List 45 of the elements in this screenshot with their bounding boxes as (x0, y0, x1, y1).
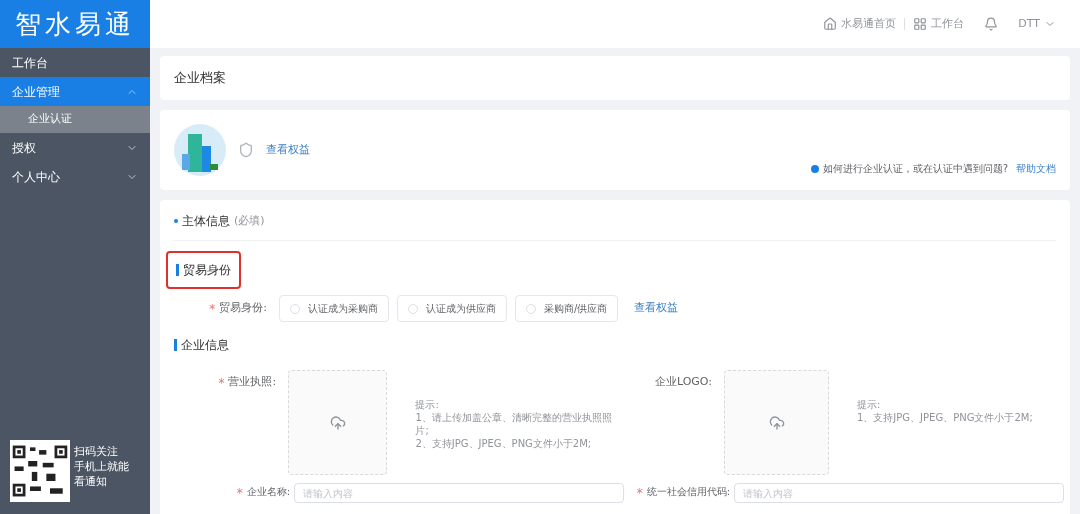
section-note: (必填) (234, 212, 265, 229)
upload-area[interactable] (724, 370, 829, 475)
bullet-icon (174, 219, 178, 223)
sidebar-item[interactable]: 授权 (0, 133, 150, 162)
upload-hint: 提示: 1、请上传加盖公章、清晰完整的营业执照照片; 2、支持JPG、JPEG、PNG文件小于2M; (415, 398, 613, 450)
benefits-link[interactable]: 查看权益 (634, 300, 679, 317)
help-text: 如何进行企业认证，或在认证中遇到问题? (822, 162, 1008, 176)
logo[interactable]: 智水易通 (0, 0, 150, 48)
notification-icon[interactable] (984, 17, 999, 31)
field-label: 营业执照: (228, 374, 277, 390)
field-label: 企业名称: (246, 485, 290, 499)
page-title-card: 企业档案 (160, 56, 1070, 100)
radio-option[interactable]: 采购商/供应商 (515, 295, 619, 322)
radio-option[interactable]: 认证成为供应商 (397, 295, 507, 322)
section-title: 主体信息 (182, 213, 230, 230)
qr-code-icon (10, 440, 70, 502)
upload-cloud-icon (329, 414, 346, 431)
required-mark: * (209, 300, 216, 318)
workbench-link[interactable]: 工作台 (913, 15, 965, 33)
required-mark: * (636, 485, 643, 502)
trade-heading: 贸易身份 (166, 251, 241, 289)
user-menu[interactable]: DTT (1018, 15, 1056, 33)
sidebar-item[interactable]: 个人中心 (0, 162, 150, 191)
pin-icon (810, 164, 819, 173)
field-label: 统一社会信用代码: (646, 485, 730, 499)
home-icon (823, 17, 838, 31)
qr-caption: 扫码关注 手机上就能 看通知 (74, 444, 129, 489)
upload-area[interactable] (288, 370, 388, 475)
section-heading: 企业信息 (181, 337, 229, 354)
sidebar-item[interactable]: 企业管理 (0, 77, 150, 106)
home-link[interactable]: 水易通首页 (823, 15, 897, 33)
sidebar-subitem[interactable]: 企业认证 (0, 106, 150, 133)
upload-hint: 提示: 1、支持JPG、JPEG、PNG文件小于2M; (857, 398, 1034, 424)
benefits-link[interactable]: 查看权益 (266, 141, 310, 159)
building-avatar-icon (174, 124, 226, 176)
shield-icon (238, 142, 254, 158)
required-mark: * (236, 485, 243, 502)
field-label: 贸易身份: (219, 299, 267, 316)
field-label: 企业LOGO: (654, 374, 712, 390)
help-link[interactable]: 帮助文档 (1016, 161, 1056, 176)
grid-icon (913, 17, 928, 31)
upload-cloud-icon (768, 414, 785, 431)
radio-option[interactable]: 认证成为采购商 (279, 295, 389, 322)
required-mark: * (218, 375, 225, 392)
sidebar-item[interactable]: 工作台 (0, 48, 150, 77)
